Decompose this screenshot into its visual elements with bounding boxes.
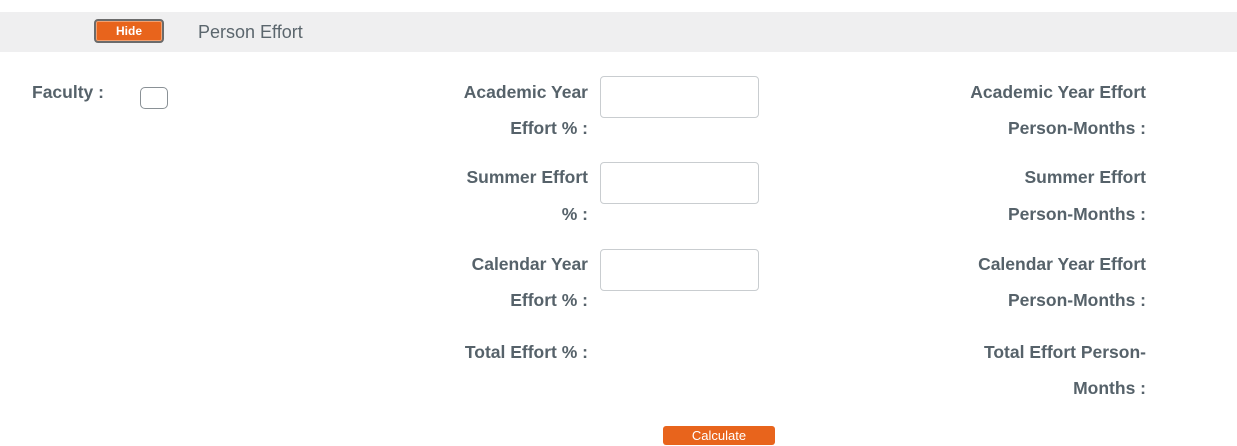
total-pm-label-line1: Total Effort Person-	[983, 342, 1146, 362]
faculty-checkbox[interactable]	[140, 87, 168, 109]
hide-button[interactable]: Hide	[94, 19, 164, 43]
summer-pm-label-line1: Summer Effort	[1024, 167, 1146, 187]
calendar-effort-label-line2: Effort % :	[510, 290, 588, 310]
section-header: Hide Person Effort	[0, 12, 1237, 52]
summer-effort-input[interactable]	[600, 162, 759, 204]
calendar-effort-input[interactable]	[600, 249, 759, 291]
summer-pm-label-line2: Person-Months :	[1007, 204, 1146, 224]
academic-effort-label-line2: Effort % :	[510, 118, 588, 138]
academic-pm-label-line1: Academic Year Effort	[970, 82, 1146, 102]
total-effort-label: Total Effort % :	[464, 342, 588, 362]
academic-effort-input[interactable]	[600, 76, 759, 118]
summer-effort-label-line2: % :	[561, 204, 588, 224]
academic-pm-label-line2: Person-Months :	[1007, 118, 1146, 138]
calendar-effort-label-line1: Calendar Year	[471, 254, 588, 274]
total-pm-label-line2: Months :	[1073, 378, 1146, 398]
calendar-pm-label-line2: Person-Months :	[1007, 290, 1146, 310]
academic-effort-label-line1: Academic Year	[463, 82, 588, 102]
faculty-label: Faculty :	[32, 82, 104, 102]
calendar-pm-label-line1: Calendar Year Effort	[978, 254, 1146, 274]
calculate-button[interactable]: Calculate	[663, 426, 775, 445]
section-title: Person Effort	[198, 22, 303, 42]
summer-effort-label-line1: Summer Effort	[466, 167, 588, 187]
